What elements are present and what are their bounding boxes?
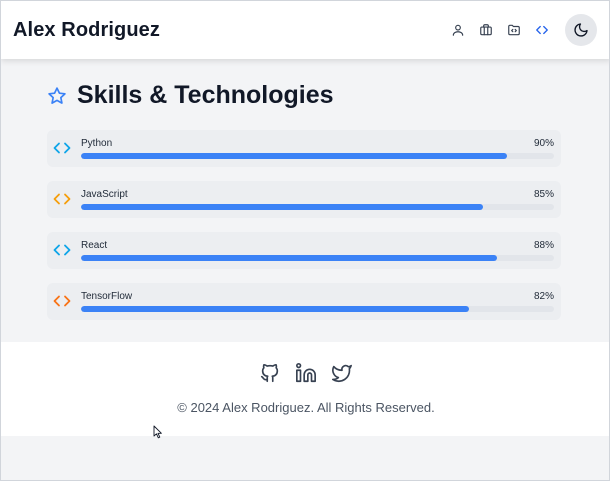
skill-percent: 82% [533,291,554,302]
theme-toggle-button[interactable] [565,14,597,46]
page: Alex Rodriguez Skills & Technologies Pyt… [0,0,610,481]
github-link[interactable] [259,362,281,384]
skill-progress-track [81,255,554,261]
skill-progress-fill [81,255,498,261]
linkedin-icon [296,363,316,383]
social-links [1,362,609,384]
code-icon [53,141,71,155]
twitter-icon [332,364,352,383]
folder-code-icon [508,24,520,36]
footer: © 2024 Alex Rodriguez. All Rights Reserv… [1,342,609,436]
mouse-cursor-icon [153,425,162,439]
nav-about-button[interactable] [449,21,467,39]
skill-progress-fill [81,306,469,312]
skill-item-react: React 88% [47,232,561,269]
skill-progress-track [81,204,554,210]
nav-experience-button[interactable] [477,21,495,39]
star-icon [47,86,67,106]
twitter-link[interactable] [331,362,353,384]
skills-list: Python 90% JavaScript 85% React 88% Tens… [47,130,561,334]
brand-name[interactable]: Alex Rodriguez [13,19,160,42]
skill-name: TensorFlow [81,291,133,302]
skill-percent: 88% [533,240,554,251]
nav-projects-button[interactable] [505,21,523,39]
skill-progress-fill [81,153,507,159]
skill-progress-track [81,306,554,312]
linkedin-link[interactable] [295,362,317,384]
nav-links [449,14,597,46]
code-icon [53,192,71,206]
user-icon [452,24,464,36]
skill-percent: 90% [533,138,554,149]
skill-percent: 85% [533,189,554,200]
code-icon [53,294,71,308]
skills-section: Skills & Technologies Python 90% JavaScr… [1,59,609,342]
github-icon [260,363,279,383]
skill-name: JavaScript [81,189,128,200]
briefcase-icon [480,24,492,36]
code-icon [53,243,71,257]
skill-item-tensorflow: TensorFlow 82% [47,283,561,320]
section-title: Skills & Technologies [77,81,334,109]
skill-name: React [81,240,108,251]
moon-icon [574,23,588,37]
top-navbar: Alex Rodriguez [1,1,609,59]
skill-progress-track [81,153,554,159]
copyright-text: © 2024 Alex Rodriguez. All Rights Reserv… [177,400,435,415]
skill-name: Python [81,138,113,149]
code-icon [536,25,548,35]
skill-progress-fill [81,204,484,210]
skill-item-python: Python 90% [47,130,561,167]
skill-item-javascript: JavaScript 85% [47,181,561,218]
nav-skills-button[interactable] [533,21,551,39]
section-heading: Skills & Technologies [47,81,334,110]
